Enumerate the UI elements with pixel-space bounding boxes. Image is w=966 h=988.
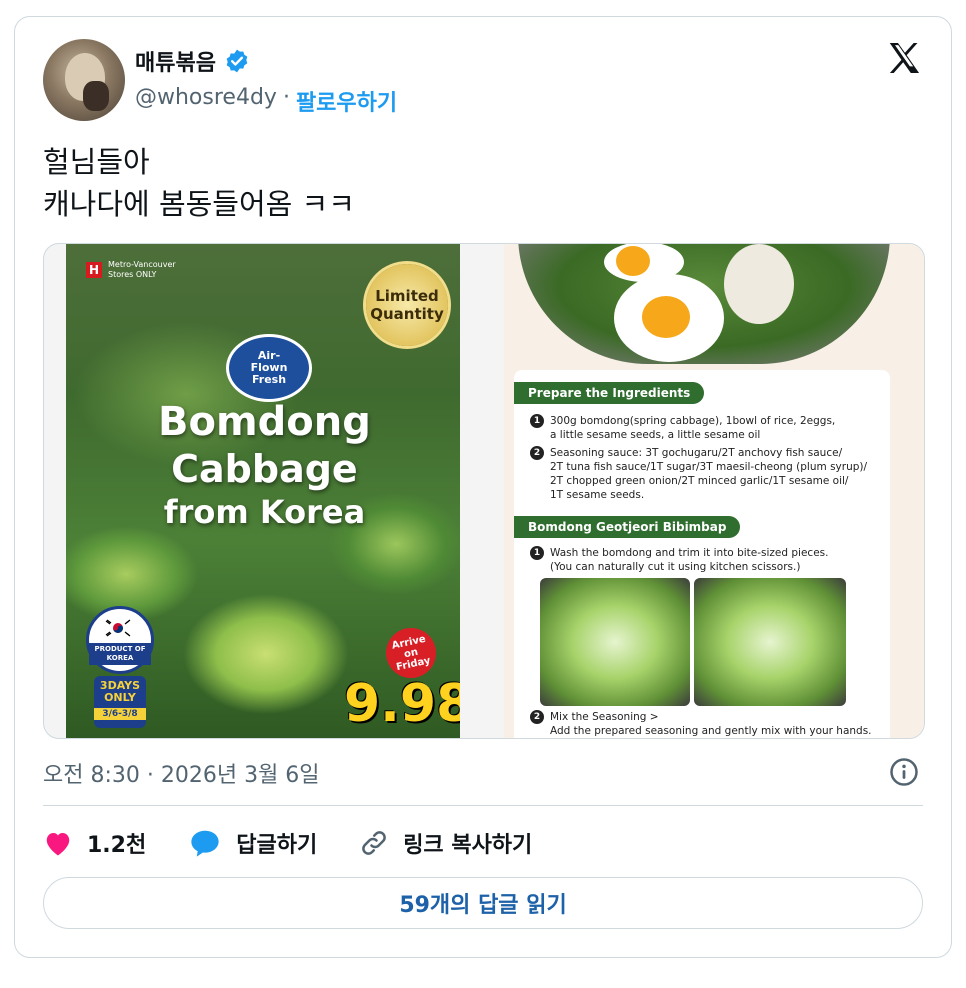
like-button[interactable]: 1.2천 [43,827,146,859]
section-prepare-ingredients: Prepare the Ingredients [514,382,705,404]
step-text: Mix the Seasoning > Add the prepared sea… [550,711,872,737]
x-logo-icon[interactable] [885,39,923,77]
action-bar: 1.2천 답글하기 링크 복사하기 [43,827,574,859]
read-replies-button[interactable]: 59개의 답글 읽기 [43,877,923,929]
fried-egg [614,274,724,362]
limited-quantity-badge: Limited Quantity [366,264,448,346]
copy-link-button[interactable]: 링크 복사하기 [359,827,532,859]
headline-line-2: Cabbage [171,447,358,491]
headline-line-3: from Korea [163,493,366,531]
step-number: 2 [530,446,544,460]
author-row: 매튜볶음 [135,45,250,77]
product-of-korea-badge: PRODUCT OF KOREA [86,606,154,674]
tweet-timestamp[interactable]: 오전 8:30 · 2026년 3월 6일 [43,757,320,789]
separator-dot: · [282,85,290,110]
step-text: Seasoning sauce: 3T gochugaru/2T anchovy… [550,447,868,501]
handle-row: @whosre4dy · 팔로우하기 [135,85,397,117]
bomdong-flyer-image[interactable]: H Metro-Vancouver Stores ONLY Limited Qu… [66,244,460,738]
flyer-headline: Bomdong Cabbage from Korea [158,398,371,532]
trimmed-bomdong-photo [694,578,846,706]
ingredient-step-2: 2 Seasoning sauce: 3T gochugaru/2T ancho… [530,446,867,502]
heart-icon [46,833,70,856]
korea-flag-icon [103,617,133,639]
reply-label: 답글하기 [236,833,318,858]
price-value: 9.98 [344,674,460,734]
washing-bomdong-photo [540,578,690,706]
price-tag: 9.98 LB [344,674,460,738]
step-text: Wash the bomdong and trim it into bite-s… [550,547,829,573]
follow-button[interactable]: 팔로우하기 [296,85,397,117]
days-only-label: 3DAYS ONLY [99,679,141,704]
avatar[interactable] [43,39,125,121]
verified-badge-icon [226,49,248,73]
store-note: Metro-Vancouver Stores ONLY [108,260,176,279]
link-icon [362,831,387,855]
display-name[interactable]: 매튜볶음 [135,45,216,77]
air-flown-badge: Air- Flown Fresh [226,334,312,402]
store-logo-icon: H [86,262,102,278]
bibimbap-step-1: 1 Wash the bomdong and trim it into bite… [530,546,828,574]
rice-mound [724,244,794,324]
tweet-card: 매튜볶음 @whosre4dy · 팔로우하기 헐님들아 캐나다에 봄동들어옴 … [14,16,952,958]
divider [43,805,923,806]
product-of-korea-label: PRODUCT OF KOREA [89,643,151,665]
tweet-text: 헐님들아 캐나다에 봄동들어옴 ㅋㅋ [43,145,355,221]
reply-bubble-icon [191,830,219,857]
bibimbap-step-2: 2 Mix the Seasoning > Add the prepared s… [530,710,872,738]
step-number: 1 [530,414,544,428]
tweet-media[interactable]: H Metro-Vancouver Stores ONLY Limited Qu… [43,243,925,739]
read-replies-label: 59개의 답글 읽기 [399,893,567,918]
step-number: 2 [530,710,544,724]
like-count: 1.2천 [87,833,147,858]
ingredient-step-1: 1 300g bomdong(spring cabbage), 1bowl of… [530,414,835,442]
step-number: 1 [530,546,544,560]
step-text: 300g bomdong(spring cabbage), 1bowl of r… [550,415,836,441]
sale-dates: 3/6-3/8 [94,708,146,720]
copy-link-label: 링크 복사하기 [403,833,533,858]
section-bibimbap: Bomdong Geotjeori Bibimbap [514,516,741,538]
recipe-image[interactable]: Prepare the Ingredients 1 300g bomdong(s… [504,244,924,738]
days-only-badge: 3DAYS ONLY 3/6-3/8 [94,676,146,728]
headline-line-1: Bomdong [158,399,371,445]
info-icon[interactable] [889,757,919,787]
user-handle[interactable]: @whosre4dy [135,85,277,117]
reply-button[interactable]: 답글하기 [188,827,317,859]
